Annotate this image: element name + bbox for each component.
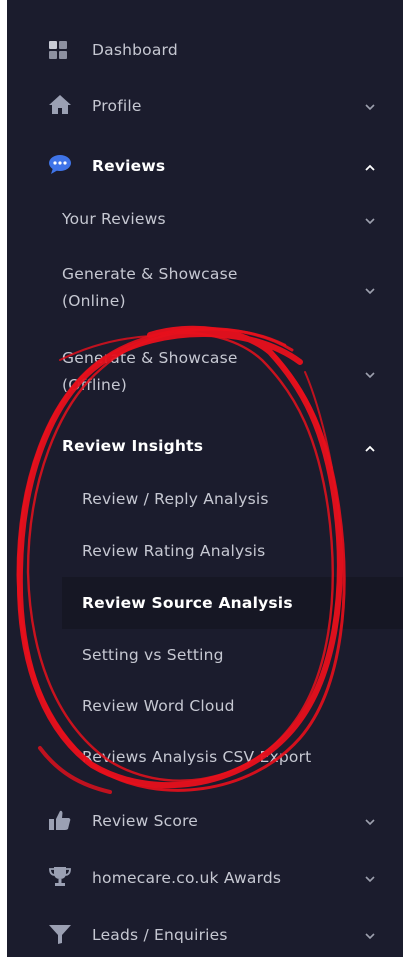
- sidebar-item-generate-offline[interactable]: Generate & Showcase (Offline): [7, 346, 403, 402]
- thumbs-up-icon: [47, 809, 73, 831]
- sidebar-item-generate-online[interactable]: Generate & Showcase (Online): [7, 262, 403, 318]
- sidebar-item-review-word-cloud[interactable]: Review Word Cloud: [7, 694, 403, 718]
- sidebar-item-reviews[interactable]: Reviews: [7, 153, 403, 177]
- sidebar-item-review-source-analysis[interactable]: Review Source Analysis: [7, 591, 403, 615]
- sidebar-item-label-line2: (Offline): [62, 376, 127, 394]
- sidebar-item-label: homecare.co.uk Awards: [92, 869, 282, 887]
- chevron-down-icon: [363, 284, 377, 298]
- sidebar-item-reviews-analysis-csv-export[interactable]: Reviews Analysis CSV Export: [7, 745, 403, 769]
- trophy-icon: [47, 865, 73, 887]
- grid-icon: [47, 39, 73, 61]
- chevron-down-icon: [363, 929, 377, 943]
- funnel-icon: [47, 923, 73, 945]
- sidebar-item-leads-enquiries[interactable]: Leads / Enquiries: [7, 922, 403, 946]
- sidebar-item-review-rating-analysis[interactable]: Review Rating Analysis: [7, 539, 403, 563]
- sidebar-item-label: Setting vs Setting: [82, 646, 224, 664]
- sidebar-item-label: Profile: [92, 97, 142, 115]
- sidebar-item-label: Review / Reply Analysis: [82, 490, 269, 508]
- sidebar-item-label: Reviews Analysis CSV Export: [82, 748, 312, 766]
- sidebar-item-label-line2: (Online): [62, 292, 126, 310]
- sidebar-item-label: Review Score: [92, 812, 199, 830]
- sidebar-item-label: Leads / Enquiries: [92, 926, 228, 944]
- sidebar-item-label: Your Reviews: [62, 210, 166, 228]
- sidebar-item-your-reviews[interactable]: Your Reviews: [7, 207, 403, 231]
- sidebar-item-label: Review Source Analysis: [82, 594, 293, 612]
- sidebar-item-review-score[interactable]: Review Score: [7, 808, 403, 832]
- sidebar-item-label: Generate & Showcase: [62, 265, 238, 283]
- chevron-down-icon: [363, 872, 377, 886]
- sidebar-item-profile[interactable]: Profile: [7, 93, 403, 117]
- chevron-up-icon: [363, 160, 377, 174]
- sidebar-nav: Dashboard Profile Reviews Your Reviews G…: [7, 0, 403, 957]
- sidebar-item-label: Generate & Showcase: [62, 349, 238, 367]
- sidebar-item-label: Review Insights: [62, 437, 204, 455]
- sidebar-item-label: Dashboard: [92, 41, 178, 59]
- sidebar-item-setting-vs-setting[interactable]: Setting vs Setting: [7, 643, 403, 667]
- sidebar-item-dashboard[interactable]: Dashboard: [7, 38, 403, 62]
- sidebar-item-label: Review Word Cloud: [82, 697, 235, 715]
- chat-bubble-icon: [47, 153, 73, 175]
- chevron-down-icon: [363, 100, 377, 114]
- chevron-down-icon: [363, 368, 377, 382]
- sidebar-item-review-insights[interactable]: Review Insights: [7, 434, 403, 458]
- sidebar-item-label: Reviews: [92, 157, 166, 175]
- chevron-up-icon: [363, 441, 377, 455]
- sidebar-item-label: Review Rating Analysis: [82, 542, 266, 560]
- chevron-down-icon: [363, 815, 377, 829]
- sidebar-item-review-reply-analysis[interactable]: Review / Reply Analysis: [7, 487, 403, 511]
- home-icon: [47, 93, 73, 115]
- sidebar-item-awards[interactable]: homecare.co.uk Awards: [7, 865, 403, 889]
- chevron-down-icon: [363, 214, 377, 228]
